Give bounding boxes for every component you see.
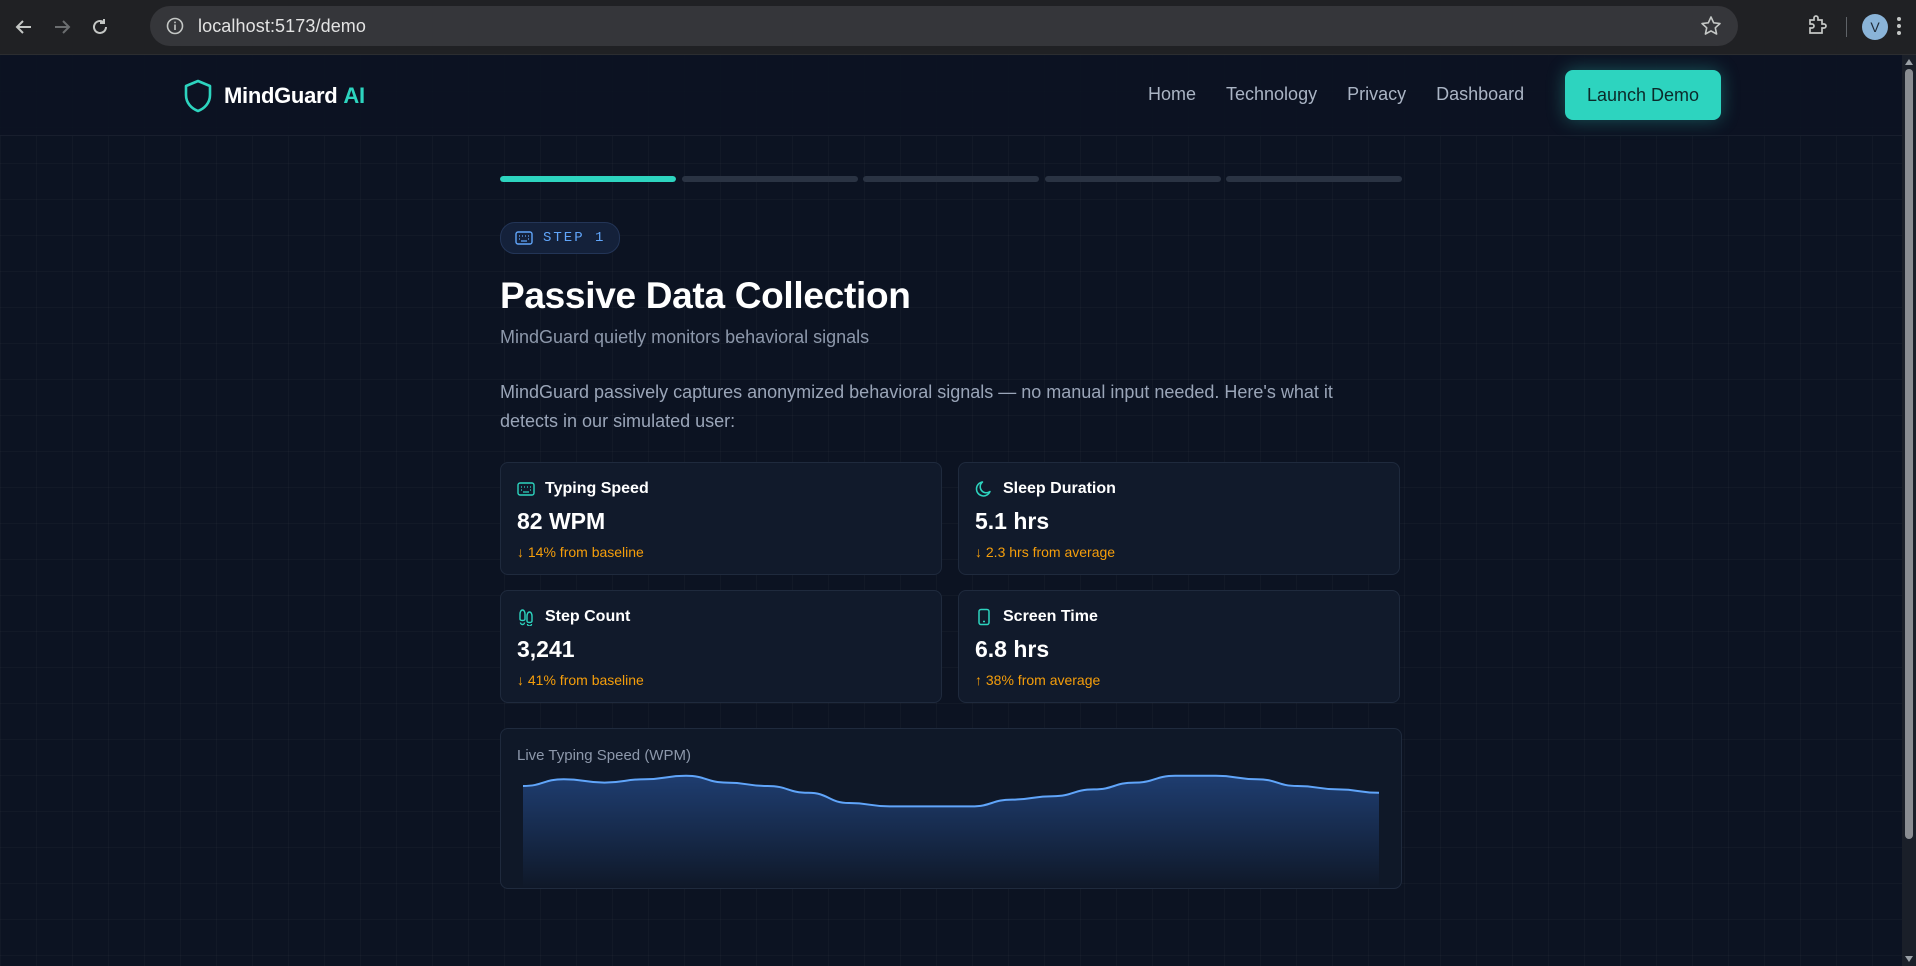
site-header: MindGuard AI Home Technology Privacy Dash… [0, 55, 1902, 136]
page-description: MindGuard passively captures anonymized … [500, 382, 1333, 431]
footprints-icon [519, 609, 533, 626]
nav-privacy[interactable]: Privacy [1347, 84, 1406, 105]
metric-card-screen-time: Screen Time 6.8 hrs ↑ 38% from average [958, 590, 1400, 703]
metric-delta: ↓ 2.3 hrs from average [975, 544, 1116, 560]
profile-avatar[interactable]: V [1862, 14, 1888, 40]
page-viewport: MindGuard AI Home Technology Privacy Dash… [0, 55, 1902, 966]
extensions-icon[interactable] [1806, 13, 1830, 42]
url-text[interactable]: localhost:5173/demo [198, 16, 366, 37]
progress-segment [863, 176, 1039, 182]
step-progress-bar [500, 176, 1402, 182]
bookmark-star-icon[interactable] [1700, 15, 1722, 42]
metric-delta: ↓ 14% from baseline [517, 544, 644, 560]
page-scrollbar[interactable] [1902, 55, 1916, 966]
brand-name: MindGuard AI [224, 83, 365, 108]
smartphone-icon [978, 608, 990, 626]
browser-toolbar: localhost:5173/demo V [0, 0, 1916, 55]
back-icon[interactable] [10, 13, 38, 41]
metric-card-typing-speed: Typing Speed 82 WPM ↓ 14% from baseline [500, 462, 942, 575]
step-badge: STEP 1 [500, 222, 621, 254]
keyboard-icon [515, 231, 533, 245]
chart-canvas [522, 774, 1380, 888]
metric-value: 6.8 hrs [975, 636, 1050, 662]
metric-card-sleep-duration: Sleep Duration 5.1 hrs ↓ 2.3 hrs from av… [958, 462, 1400, 575]
metric-delta: ↑ 38% from average [975, 672, 1101, 688]
metric-label: Sleep Duration [1003, 480, 1116, 497]
address-bar[interactable]: localhost:5173/demo [150, 6, 1738, 46]
chart-area-fill [523, 775, 1379, 888]
toolbar-divider [1846, 17, 1847, 37]
metric-label: Screen Time [1003, 608, 1098, 625]
scroll-up-icon[interactable] [1905, 59, 1913, 65]
metric-label: Typing Speed [545, 480, 649, 497]
step-badge-label: STEP 1 [543, 230, 606, 246]
forward-icon[interactable] [48, 13, 76, 41]
brand-logo-link[interactable]: MindGuard AI [182, 79, 365, 113]
shield-icon [184, 79, 212, 113]
nav-technology[interactable]: Technology [1226, 84, 1317, 105]
page-subtitle: MindGuard quietly monitors behavioral si… [500, 327, 870, 347]
metric-label: Step Count [545, 608, 631, 625]
metric-value: 5.1 hrs [975, 508, 1050, 534]
main-nav: Home Technology Privacy Dashboard [1148, 84, 1554, 105]
progress-segment [1226, 176, 1402, 182]
page-title: Passive Data Collection [500, 275, 911, 316]
site-info-icon[interactable] [164, 15, 186, 37]
metric-value: 3,241 [517, 636, 575, 662]
nav-dashboard[interactable]: Dashboard [1436, 84, 1524, 105]
reload-icon[interactable] [86, 13, 114, 41]
more-menu-icon[interactable] [1896, 15, 1902, 42]
progress-segment [681, 176, 858, 182]
live-typing-chart: Live Typing Speed (WPM) [500, 728, 1402, 889]
moon-icon [975, 481, 991, 497]
metric-value: 82 WPM [517, 508, 606, 534]
scroll-down-icon[interactable] [1905, 956, 1913, 962]
metric-card-step-count: Step Count 3,241 ↓ 41% from baseline [500, 590, 942, 703]
metric-delta: ↓ 41% from baseline [517, 672, 644, 688]
progress-segment [1044, 176, 1221, 182]
progress-segment [500, 176, 676, 182]
launch-demo-button[interactable]: Launch Demo [1565, 70, 1721, 120]
keyboard-icon [517, 482, 535, 496]
nav-home[interactable]: Home [1148, 84, 1196, 105]
scrollbar-thumb[interactable] [1905, 69, 1913, 839]
